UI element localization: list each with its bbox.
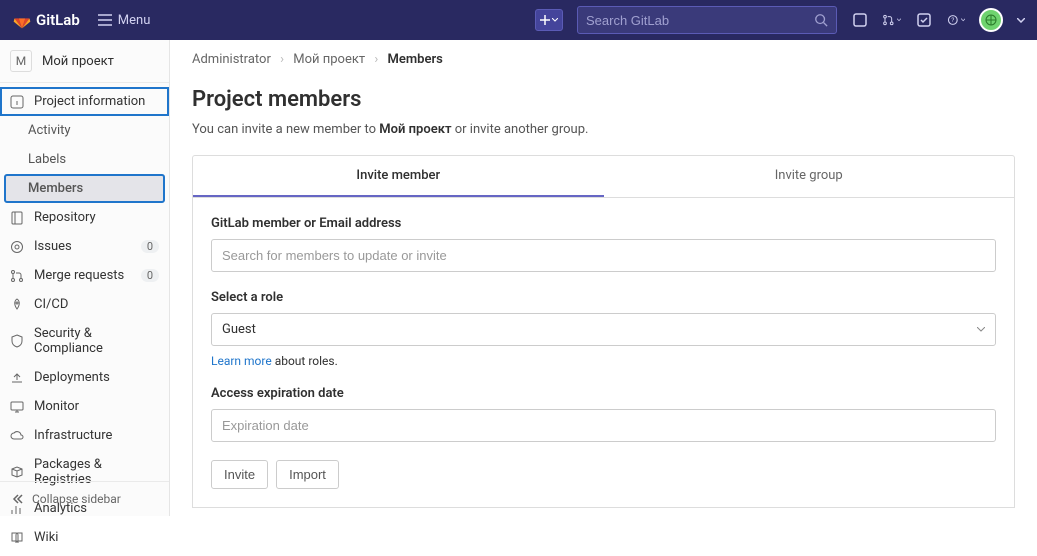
info-icon	[10, 95, 24, 109]
member-input[interactable]	[211, 239, 996, 272]
invite-tabs: Invite member Invite group	[192, 155, 1015, 198]
topbar-right: ?	[535, 6, 1025, 34]
sidebar-item-wiki[interactable]: Wiki	[0, 523, 169, 552]
search-box[interactable]	[577, 6, 837, 34]
sidebar-item-activity[interactable]: Activity	[0, 116, 169, 145]
logo-text: GitLab	[36, 11, 80, 29]
todos-nav-icon[interactable]	[915, 11, 933, 29]
tab-invite-group[interactable]: Invite group	[604, 156, 1015, 197]
sidebar-item-labels[interactable]: Labels	[0, 145, 169, 174]
search-icon	[814, 13, 828, 27]
new-button[interactable]	[535, 9, 563, 31]
page-description: You can invite a new member to Мой проек…	[192, 122, 1015, 137]
hamburger-icon	[98, 14, 112, 26]
expiry-label: Access expiration date	[211, 386, 996, 401]
main-content: Administrator › Мой проект › Members Pro…	[170, 40, 1037, 516]
tab-invite-member[interactable]: Invite member	[193, 156, 604, 197]
shield-icon	[10, 334, 24, 348]
sidebar-item-issues[interactable]: Issues0	[0, 232, 169, 261]
issues-icon	[10, 240, 24, 254]
book-icon	[10, 531, 24, 545]
logo[interactable]: GitLab	[12, 10, 80, 30]
menu-label: Menu	[118, 13, 151, 28]
sidebar-item-monitor[interactable]: Monitor	[0, 392, 169, 421]
chevron-down-icon[interactable]	[1017, 18, 1025, 23]
role-label: Select a role	[211, 290, 996, 305]
member-label: GitLab member or Email address	[211, 216, 996, 231]
breadcrumb: Administrator › Мой проект › Members	[192, 52, 1015, 67]
repo-icon	[10, 211, 24, 225]
invite-form: GitLab member or Email address Select a …	[192, 198, 1015, 508]
invite-button[interactable]: Invite	[211, 460, 268, 489]
collapse-sidebar[interactable]: Collapse sidebar	[0, 481, 169, 516]
chevron-down-icon	[977, 327, 985, 332]
project-header[interactable]: М Мой проект	[0, 40, 169, 83]
expiry-input[interactable]	[211, 409, 996, 442]
merge-icon	[10, 269, 24, 283]
sidebar-item-infrastructure[interactable]: Infrastructure	[0, 421, 169, 450]
svg-text:?: ?	[951, 16, 954, 24]
monitor-icon	[10, 400, 24, 414]
learn-more-text: Learn more about roles.	[211, 354, 996, 368]
search-input[interactable]	[586, 13, 814, 28]
sidebar: М Мой проект Project information Activit…	[0, 40, 170, 516]
deploy-icon	[10, 371, 24, 385]
sidebar-item-repository[interactable]: Repository	[0, 203, 169, 232]
breadcrumb-current: Members	[388, 52, 443, 67]
chevron-down-icon	[552, 18, 558, 22]
sidebar-item-cicd[interactable]: CI/CD	[0, 290, 169, 319]
sidebar-item-members[interactable]: Members	[4, 174, 165, 203]
badge: 0	[141, 269, 159, 282]
import-button[interactable]: Import	[276, 460, 339, 489]
gitlab-logo-icon	[12, 10, 32, 30]
issues-nav-icon[interactable]	[851, 11, 869, 29]
breadcrumb-item[interactable]: Мой проект	[293, 52, 365, 67]
sidebar-label: Project information	[34, 94, 145, 109]
user-avatar[interactable]	[979, 8, 1003, 32]
sidebar-item-project-information[interactable]: Project information	[0, 87, 169, 116]
learn-more-link[interactable]: Learn more	[211, 354, 272, 368]
avatar-icon	[984, 13, 998, 27]
sidebar-item-deployments[interactable]: Deployments	[0, 363, 169, 392]
menu-button[interactable]: Menu	[98, 13, 151, 28]
page-title: Project members	[192, 87, 1015, 112]
role-select[interactable]: Guest	[211, 313, 996, 346]
breadcrumb-item[interactable]: Administrator	[192, 52, 271, 67]
topbar: GitLab Menu ?	[0, 0, 1037, 40]
cloud-icon	[10, 429, 24, 443]
sidebar-item-merge-requests[interactable]: Merge requests0	[0, 261, 169, 290]
rocket-icon	[10, 298, 24, 312]
project-name: Мой проект	[42, 54, 114, 69]
merge-requests-nav-icon[interactable]	[883, 11, 901, 29]
package-icon	[10, 465, 24, 479]
help-nav-icon[interactable]: ?	[947, 11, 965, 29]
collapse-icon	[10, 493, 24, 505]
sidebar-item-security[interactable]: Security & Compliance	[0, 319, 169, 363]
badge: 0	[141, 240, 159, 253]
plus-icon	[540, 15, 550, 25]
project-avatar: М	[10, 50, 32, 72]
